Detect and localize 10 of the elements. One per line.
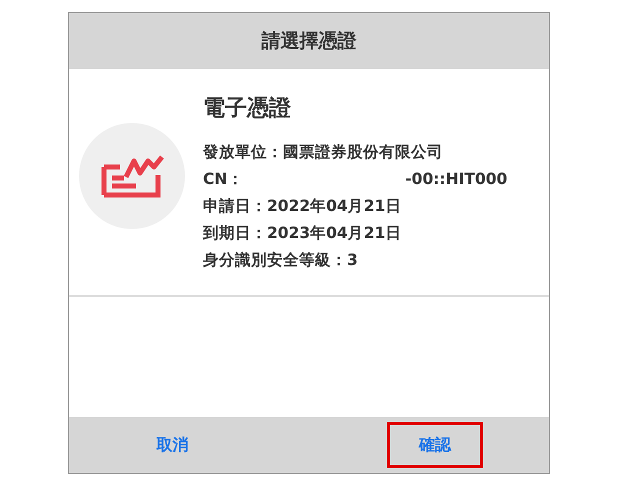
confirm-button[interactable]: 確認 [387, 422, 483, 468]
certificate-detail: 申請日：2022年04月21日 [203, 196, 402, 217]
cancel-button[interactable]: 取消 [124, 422, 220, 468]
dialog-title: 請選擇憑證 [69, 13, 549, 69]
certificate-detail: 身分識別安全等級：3 [203, 250, 359, 271]
certificate-detail: 發放單位：國票證券股份有限公司 [203, 142, 444, 163]
certificate-name: 電子憑證 [203, 95, 292, 123]
certificate-detail: 到期日：2023年04月21日 [203, 223, 402, 244]
chart-icon [100, 153, 164, 199]
certificate-detail: CN： -00::HIT000 [203, 169, 508, 190]
